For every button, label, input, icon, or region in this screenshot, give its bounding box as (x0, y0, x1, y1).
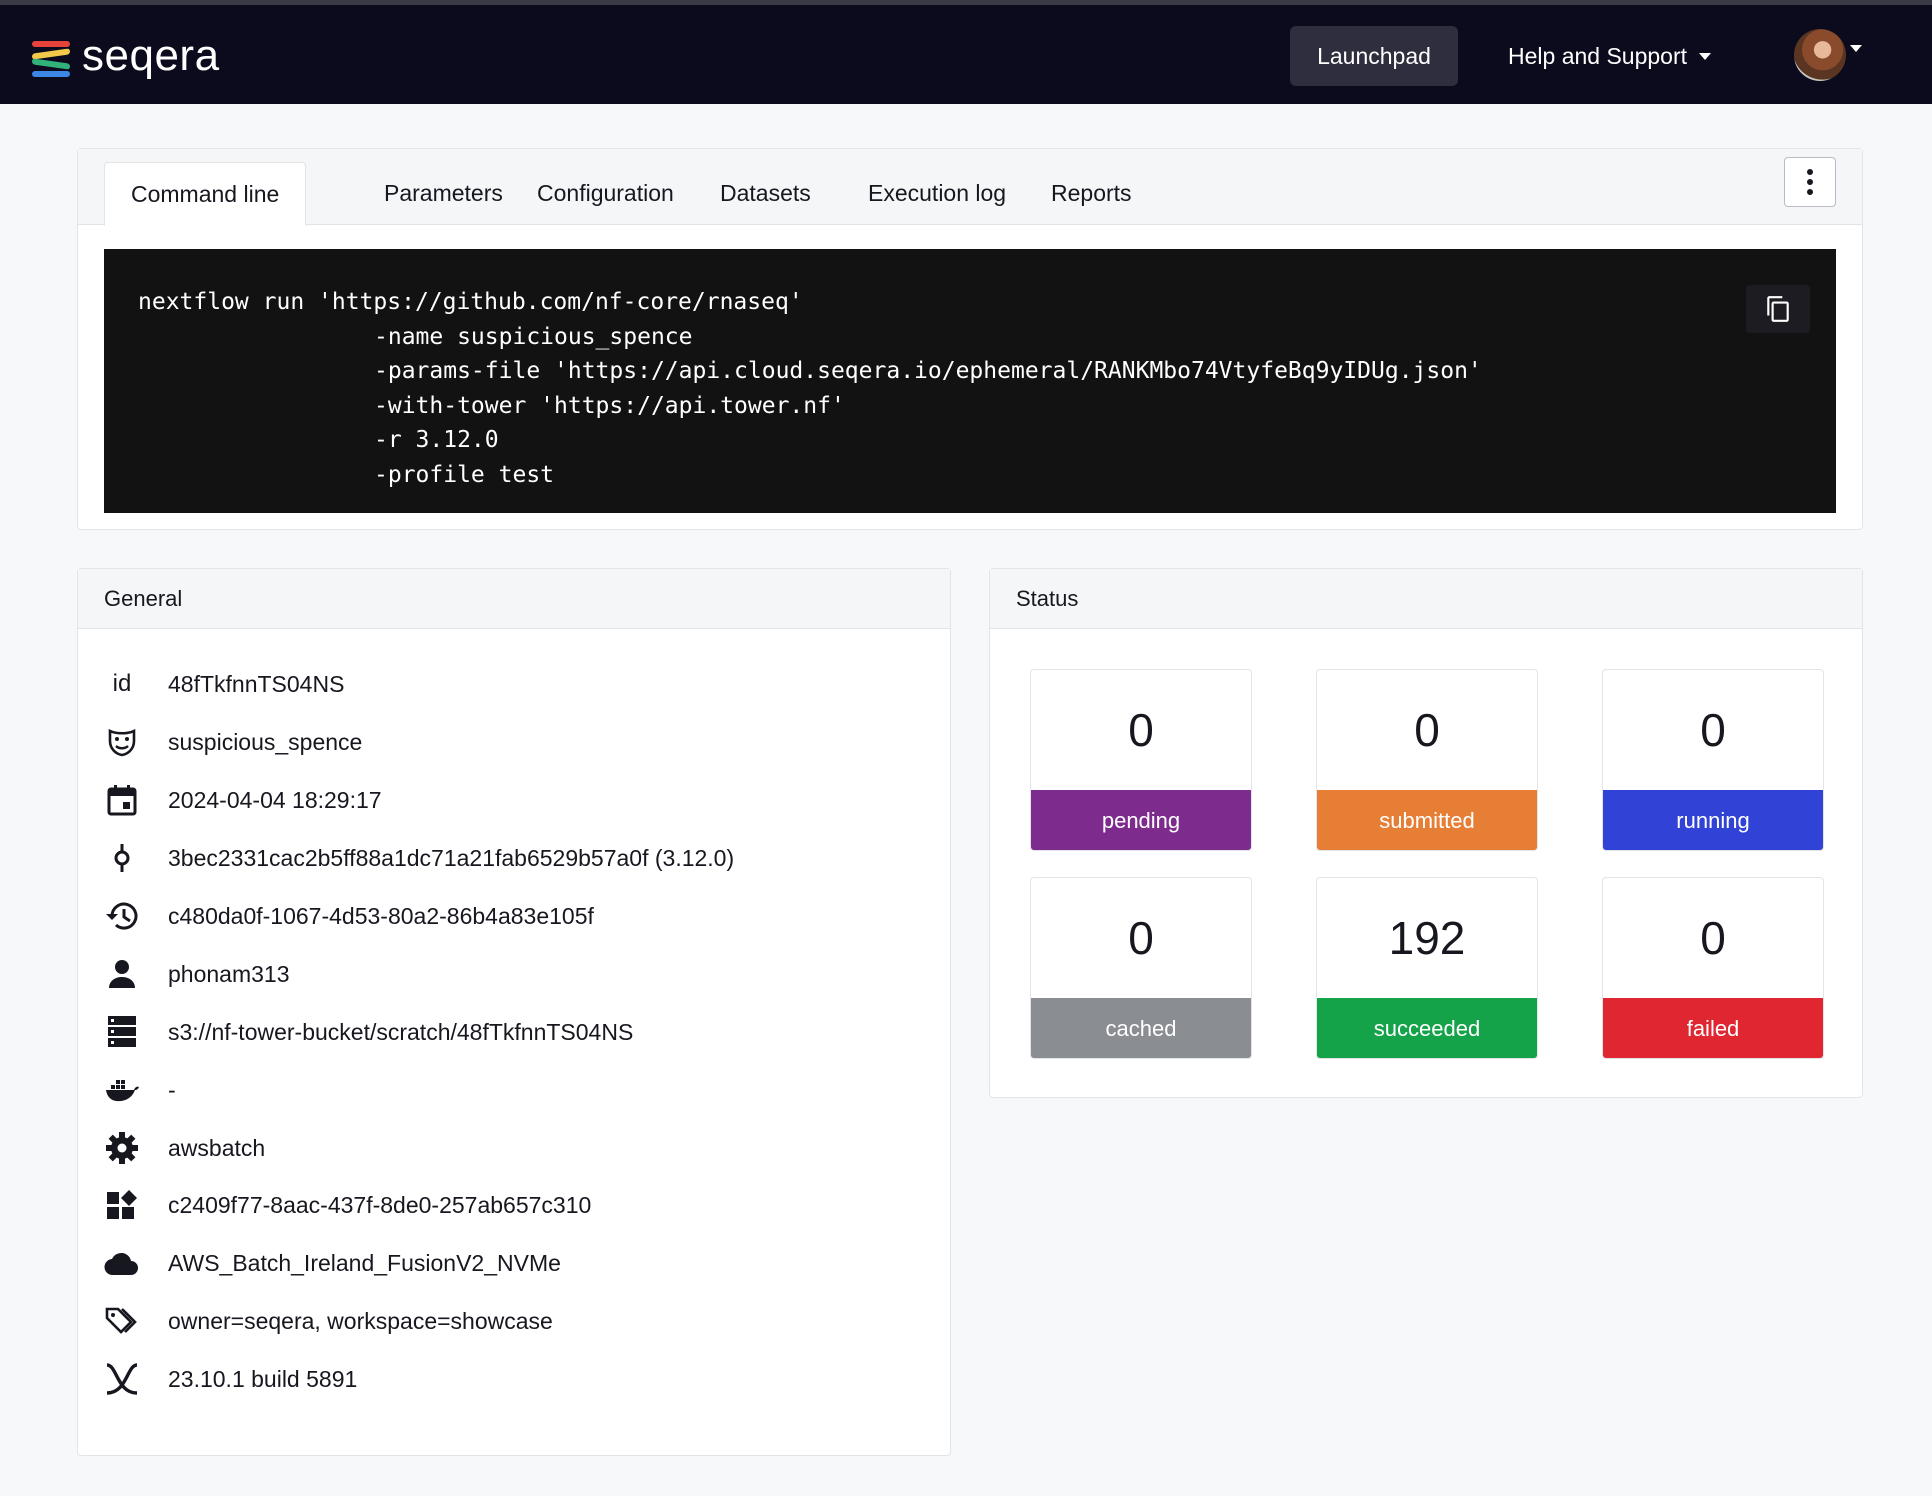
commit-icon (104, 840, 140, 876)
tab-command-line[interactable]: Command line (104, 162, 307, 226)
run-details-card: Command line Parameters Configuration Da… (77, 148, 1863, 530)
status-tile-submitted: 0 submitted (1316, 669, 1538, 851)
general-card-title: General (78, 569, 950, 629)
general-row-user: phonam313 (104, 954, 290, 994)
more-options-button[interactable] (1784, 157, 1836, 207)
status-tile-pending: 0 pending (1030, 669, 1252, 851)
pending-count: 0 (1128, 704, 1154, 756)
id-label: id (112, 670, 132, 697)
general-row-workdir: s3://nf-tower-bucket/scratch/48fTkfnnTS0… (104, 1012, 633, 1052)
session-id: c480da0f-1067-4d53-80a2-86b4a83e105f (168, 902, 594, 929)
cached-count: 0 (1128, 912, 1154, 964)
executor-name: awsbatch (168, 1134, 266, 1161)
command-line: -params-file 'https://api.cloud.seqera.i… (374, 358, 1482, 384)
nextflow-version: 23.10.1 build 5891 (168, 1365, 358, 1392)
running-label: running (1603, 790, 1823, 850)
run-id: 48fTkfnnTS04NS (168, 670, 345, 697)
status-tile-failed: 0 failed (1602, 877, 1824, 1059)
docker-icon (104, 1072, 140, 1108)
running-count: 0 (1700, 704, 1726, 756)
status-card: Status 0 pending 0 submitted 0 running 0… (989, 568, 1863, 1098)
general-row-date: 2024-04-04 18:29:17 (104, 780, 382, 820)
status-card-title: Status (990, 569, 1862, 629)
failed-count: 0 (1700, 912, 1726, 964)
general-row-nextflow-version: 23.10.1 build 5891 (104, 1359, 357, 1399)
seqera-logo-mark (32, 39, 72, 79)
command-line: -profile test (374, 461, 555, 488)
general-row-container: - (104, 1070, 176, 1110)
avatar (1794, 29, 1846, 81)
compute-env-id: c2409f77-8aac-437f-8de0-257ab657c310 (168, 1191, 592, 1218)
general-card: General id 48fTkfnnTS04NS suspicious_spe… (77, 568, 951, 1456)
command-line: nextflow run 'https://github.com/nf-core… (138, 289, 803, 315)
user-icon (104, 956, 140, 992)
succeeded-count: 192 (1388, 912, 1466, 964)
work-directory: s3://nf-tower-bucket/scratch/48fTkfnnTS0… (168, 1018, 634, 1045)
theater-masks-icon (104, 724, 140, 760)
tab-datasets[interactable]: Datasets (694, 162, 837, 225)
general-row-executor: awsbatch (104, 1128, 265, 1168)
container-name: - (168, 1076, 176, 1103)
tab-reports[interactable]: Reports (1025, 162, 1158, 225)
command-line-code: nextflow run 'https://github.com/nf-core… (104, 249, 1836, 513)
chevron-down-icon (1850, 44, 1862, 52)
general-row-id: id 48fTkfnnTS04NS (104, 664, 345, 704)
calendar-icon (104, 782, 140, 818)
failed-label: failed (1603, 998, 1823, 1058)
brand-name: seqera (82, 31, 220, 80)
command-line: -r 3.12.0 (374, 427, 499, 453)
command-line: -name suspicious_spence (374, 323, 693, 350)
widgets-icon (104, 1187, 140, 1223)
copy-command-button[interactable] (1746, 285, 1810, 333)
status-tile-cached: 0 cached (1030, 877, 1252, 1059)
tab-configuration[interactable]: Configuration (511, 162, 700, 225)
cached-label: cached (1031, 998, 1251, 1058)
more-vertical-icon (1807, 169, 1813, 175)
general-row-labels: owner=seqera, workspace=showcase (104, 1301, 553, 1341)
tags-icon (104, 1303, 140, 1339)
pending-label: pending (1031, 790, 1251, 850)
run-labels: owner=seqera, workspace=showcase (168, 1307, 553, 1334)
command-line: -with-tower 'https://api.tower.nf' (374, 392, 845, 419)
help-and-support-dropdown[interactable]: Help and Support (1508, 26, 1712, 86)
general-row-commit: 3bec2331cac2b5ff88a1dc71a21fab6529b57a0f… (104, 838, 734, 878)
seqera-logo[interactable]: seqera (32, 31, 220, 81)
nextflow-icon (104, 1361, 140, 1397)
cloud-icon (104, 1245, 140, 1281)
storage-icon (104, 1014, 140, 1050)
status-tile-succeeded: 192 succeeded (1316, 877, 1538, 1059)
general-row-compute-env: AWS_Batch_Ireland_FusionV2_NVMe (104, 1243, 561, 1283)
gear-icon (104, 1130, 140, 1166)
general-row-run-name: suspicious_spence (104, 722, 362, 762)
compute-env-name: AWS_Batch_Ireland_FusionV2_NVMe (168, 1249, 561, 1276)
run-name: suspicious_spence (168, 728, 363, 755)
submitted-label: submitted (1317, 790, 1537, 850)
user-menu[interactable] (1794, 29, 1862, 81)
succeeded-label: succeeded (1317, 998, 1537, 1058)
run-tabs: Command line Parameters Configuration Da… (78, 149, 1862, 226)
run-date: 2024-04-04 18:29:17 (168, 786, 382, 813)
help-and-support-label: Help and Support (1508, 42, 1688, 69)
submitted-count: 0 (1414, 704, 1440, 756)
chevron-down-icon (1699, 52, 1712, 60)
general-row-session: c480da0f-1067-4d53-80a2-86b4a83e105f (104, 896, 594, 936)
launchpad-button[interactable]: Launchpad (1290, 26, 1458, 86)
commit-revision: 3bec2331cac2b5ff88a1dc71a21fab6529b57a0f… (168, 844, 735, 871)
general-row-compute-env-id: c2409f77-8aac-437f-8de0-257ab657c310 (104, 1185, 591, 1225)
tab-parameters[interactable]: Parameters (358, 162, 529, 225)
tab-execution-log[interactable]: Execution log (842, 162, 1032, 225)
user-name: phonam313 (168, 960, 290, 987)
status-tile-running: 0 running (1602, 669, 1824, 851)
history-icon (104, 898, 140, 934)
top-navbar: seqera Launchpad Help and Support (0, 0, 1932, 104)
copy-icon (1767, 296, 1789, 322)
